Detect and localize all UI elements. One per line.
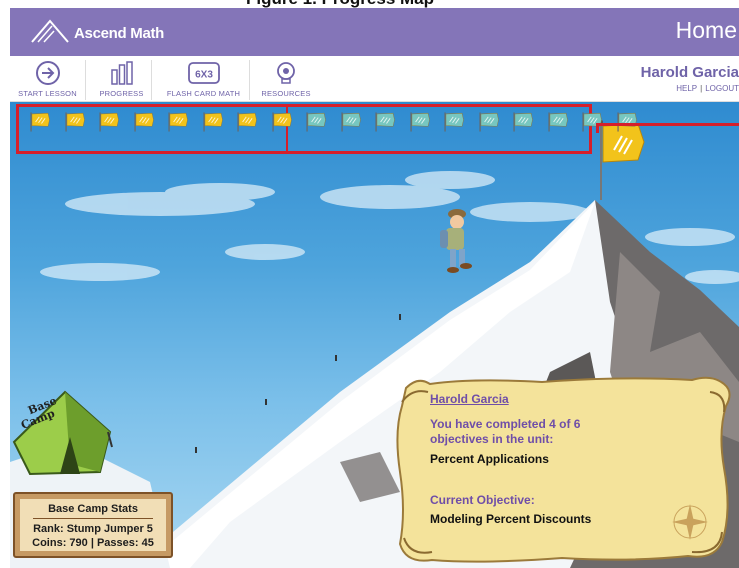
pending-flag-icon [409, 112, 430, 132]
base-camp-stats: Base Camp Stats Rank: Stump Jumper 5 Coi… [13, 492, 173, 558]
completed-flag-icon [202, 112, 223, 132]
flash-card-text: 6X3 [195, 70, 213, 81]
link-separator: | [700, 84, 703, 93]
pending-flag-icon [478, 112, 499, 132]
pending-flag-icon [444, 112, 464, 132]
stats-panel: Base Camp Stats Rank: Stump Jumper 5 Coi… [20, 499, 166, 551]
arrow-right-circle-icon [35, 61, 60, 85]
user-links: HELP | LOGOUT [676, 84, 739, 93]
flash-card-math-label: FLASH CARD MATH [166, 89, 241, 98]
completed-line-2: objectives in the unit: [430, 432, 554, 446]
progress-flags [16, 104, 637, 154]
app-header: Ascend Math Home [10, 8, 739, 56]
figure-caption-strip: Figure 1. Progress Map [0, 0, 739, 8]
resources-label: RESOURCES [261, 89, 311, 98]
current-objective: Modeling Percent Discounts [430, 512, 592, 526]
completed-line-1: You have completed 4 of 6 [430, 417, 581, 431]
pending-flag-icon [582, 112, 602, 132]
resources-button[interactable]: RESOURCES [256, 60, 316, 100]
toolbar: START LESSON PROGRESS 6X3 FLASH CARD MAT… [10, 56, 739, 102]
goal-frame-left [596, 123, 599, 133]
start-lesson-label: START LESSON [18, 89, 77, 98]
completed-flag-icon [237, 112, 257, 132]
pending-flag-icon [513, 112, 533, 132]
page-title: Home [675, 17, 737, 43]
pending-flag-icon [547, 112, 568, 132]
completed-flag-icon [64, 112, 85, 132]
completed-flag-icon [30, 112, 50, 132]
student-name: Harold Garcia [430, 392, 509, 406]
pending-flag-icon [340, 112, 361, 132]
current-objective-label: Current Objective: [430, 493, 535, 507]
figure-caption: Figure 1. Progress Map [246, 0, 434, 8]
stats-divider [33, 518, 153, 519]
stats-coins-passes: Coins: 790 | Passes: 45 [32, 537, 154, 549]
lightbulb-icon [277, 62, 295, 84]
unit-name: Percent Applications [430, 452, 549, 466]
brand-logo[interactable]: Ascend Math [30, 16, 190, 48]
start-lesson-button[interactable]: START LESSON [10, 60, 86, 100]
stats-rank: Rank: Stump Jumper 5 [33, 523, 153, 535]
progress-button[interactable]: PROGRESS [92, 60, 152, 100]
bar-chart-icon [110, 61, 133, 85]
pending-flag-icon [616, 112, 637, 132]
mountain-logo-icon [31, 19, 69, 43]
pending-flag-icon [306, 112, 326, 132]
hiker-avatar [440, 209, 472, 273]
progress-label: PROGRESS [99, 89, 144, 98]
completed-flag-icon [168, 112, 188, 132]
brand-name: Ascend Math [74, 25, 165, 42]
user-name: Harold Garcia [640, 64, 739, 81]
flash-card-math-button[interactable]: 6X3 FLASH CARD MATH [158, 60, 250, 100]
help-link[interactable]: HELP [676, 84, 697, 93]
logout-link[interactable]: LOGOUT [705, 84, 739, 93]
completed-flag-icon [271, 112, 292, 132]
goal-frame-top [596, 123, 739, 126]
completed-flag-icon [99, 112, 119, 132]
stats-title: Base Camp Stats [48, 503, 138, 515]
pending-flag-icon [375, 112, 395, 132]
completed-flag-icon [133, 112, 154, 132]
flash-card-icon: 6X3 [187, 62, 220, 84]
